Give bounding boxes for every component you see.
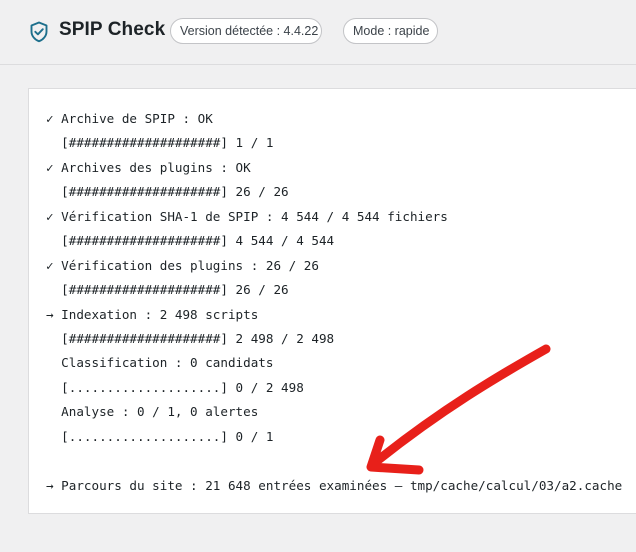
log-line: Classification : 0 candidats [46,355,274,370]
log-line: [####################] 2 498 / 2 498 [46,331,335,346]
log-line: [####################] 26 / 26 [46,184,289,199]
app-header: SPIP Check Version détectée : 4.4.22 Mod… [0,0,636,65]
mode-badge: Mode : rapide [343,18,438,44]
log-line: Analyse : 0 / 1, 0 alertes [46,404,259,419]
log-line: → Indexation : 2 498 scripts [46,307,259,322]
log-line: [####################] 1 / 1 [46,135,274,150]
version-badge: Version détectée : 4.4.22 [170,18,322,44]
log-line: ✓ Vérification SHA-1 de SPIP : 4 544 / 4… [46,209,448,224]
log-line: [....................] 0 / 1 [46,429,274,444]
log-line: ✓ Archive de SPIP : OK [46,111,213,126]
log-output: ✓ Archive de SPIP : OK [################… [29,89,636,513]
log-line: [####################] 26 / 26 [46,282,289,297]
log-line: ✓ Archives des plugins : OK [46,160,251,175]
log-line: [####################] 4 544 / 4 544 [46,233,335,248]
log-line: [....................] 0 / 2 498 [46,380,304,395]
log-line: ✓ Vérification des plugins : 26 / 26 [46,258,319,273]
app-title: SPIP Check [59,19,166,40]
log-panel: ✓ Archive de SPIP : OK [################… [28,88,636,514]
log-line-current: → Parcours du site : 21 648 entrées exam… [46,478,623,493]
shield-check-icon [30,21,48,43]
